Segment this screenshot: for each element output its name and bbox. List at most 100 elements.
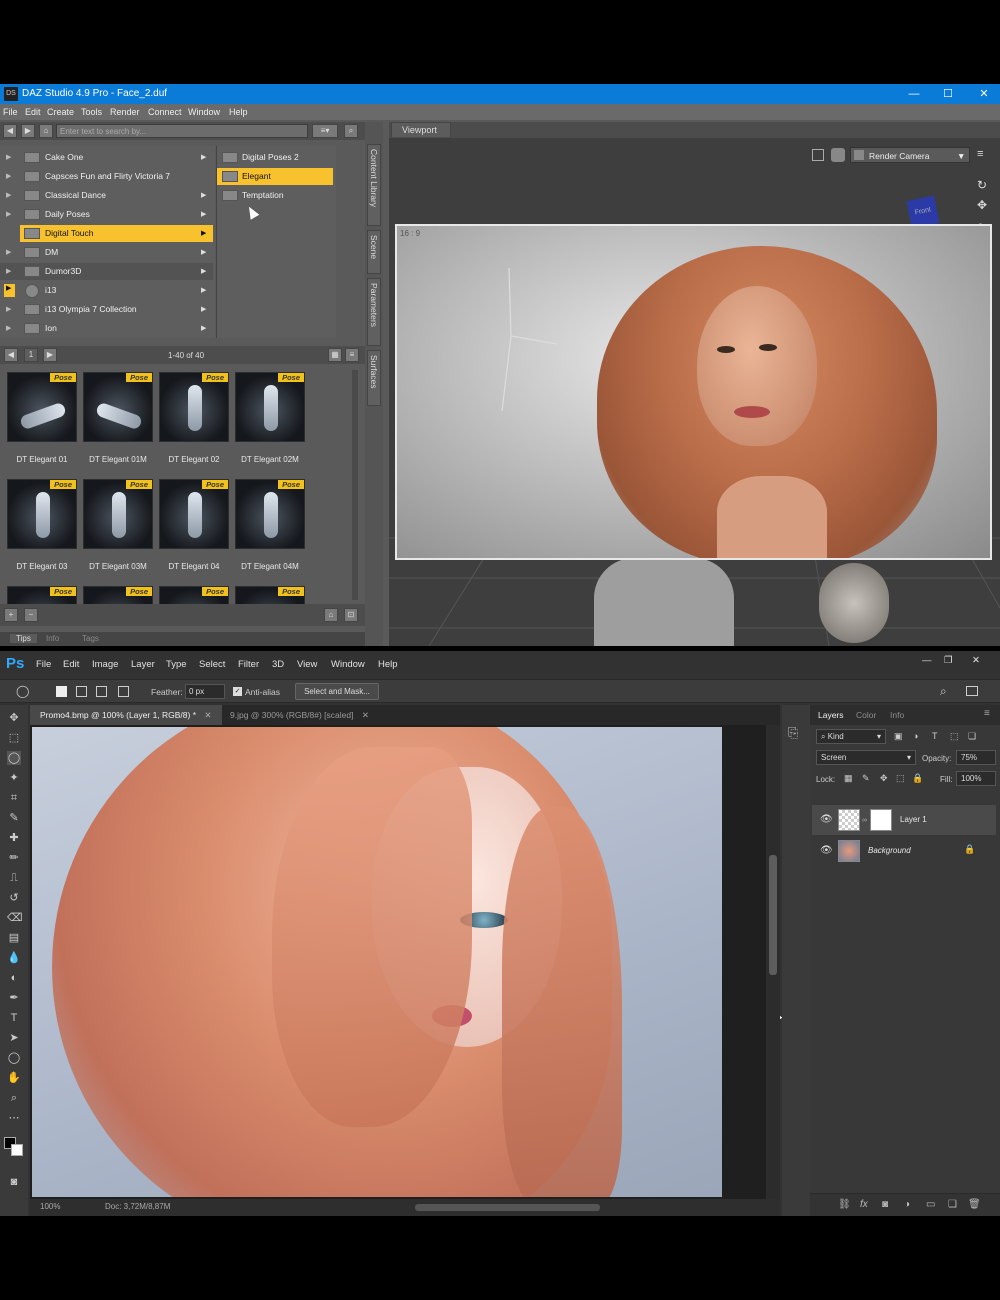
render-settings-icon[interactable] <box>831 148 845 162</box>
lasso-tool-icon[interactable]: ◯ <box>16 684 29 698</box>
path-select-icon[interactable]: ➤ <box>7 1031 21 1045</box>
tab-surfaces[interactable]: Surfaces <box>367 350 381 406</box>
lock-pixels-icon[interactable]: ✎ <box>862 773 870 784</box>
tree-item-cake-one[interactable]: ▶ Cake One ▶ <box>0 149 213 166</box>
chain-link-icon[interactable]: ∞ <box>862 817 867 824</box>
subfolder-digital-poses-2[interactable]: Digital Poses 2 <box>217 149 333 166</box>
filter-type-icon[interactable]: T <box>932 731 938 741</box>
pose-thumbnail[interactable]: Pose DT Elegant 04M <box>235 479 305 571</box>
expand-arrow-icon[interactable]: ▶ <box>6 305 11 313</box>
filter-pixel-icon[interactable]: ▣ <box>894 731 903 742</box>
close-tab-icon[interactable]: ✕ <box>362 710 369 720</box>
menu-render[interactable]: Render <box>110 107 140 117</box>
pose-thumbnail[interactable]: Pose DT Elegant 03 <box>7 479 77 571</box>
layer-mask-thumbnail[interactable] <box>870 809 892 831</box>
history-panel-icon[interactable]: ⎘ <box>788 725 798 741</box>
menu-window[interactable]: Window <box>188 107 220 117</box>
ps-canvas-area[interactable] <box>30 725 783 1199</box>
menu-icon[interactable]: ⊡ <box>344 608 358 622</box>
tree-item-dm[interactable]: ▶ DM ▶ <box>0 244 213 261</box>
menu-tools[interactable]: Tools <box>81 107 102 117</box>
tree-item-dumor3d[interactable]: ▶ Dumor3D ▶ <box>0 263 213 280</box>
ps-menu-type[interactable]: Type <box>166 659 187 670</box>
mask-icon[interactable]: ◙ <box>882 1199 888 1210</box>
eraser-icon[interactable]: ⌫ <box>7 911 23 925</box>
doc-tab-9jpg[interactable]: 9.jpg @ 300% (RGB/8#) [scaled] ✕ <box>220 705 379 725</box>
document-canvas[interactable] <box>32 727 722 1197</box>
pose-thumbnail[interactable]: Pose DT Elegant 01M <box>83 372 153 464</box>
minimize-button[interactable]: — <box>906 86 922 102</box>
new-selection-icon[interactable] <box>56 686 67 697</box>
options-icon[interactable]: ⌂ <box>324 608 338 622</box>
new-layer-icon[interactable]: ❏ <box>948 1199 957 1210</box>
content-search-input[interactable]: Enter text to search by... <box>56 124 308 138</box>
close-tab-icon[interactable]: ✕ <box>204 710 211 720</box>
tree-item-ion[interactable]: ▶ Ion ▶ <box>0 320 213 337</box>
expand-arrow-icon[interactable]: ▶ <box>6 210 11 218</box>
move-tool-icon[interactable]: ✥ <box>7 711 21 725</box>
adjustment-icon[interactable]: ◑ <box>904 1199 910 1210</box>
visibility-eye-icon[interactable]: 👁 <box>820 845 833 856</box>
ps-menu-edit[interactable]: Edit <box>63 659 79 670</box>
add-selection-icon[interactable] <box>76 686 87 697</box>
add-icon[interactable]: + <box>4 608 18 622</box>
tree-item-daily-poses[interactable]: ▶ Daily Poses ▶ <box>0 206 213 223</box>
antialias-checkbox[interactable]: ✓ <box>233 687 242 696</box>
maximize-button[interactable]: ☐ <box>940 86 956 102</box>
camera-selector[interactable]: Render Camera ▼ <box>850 147 970 163</box>
pose-thumbnail[interactable]: Pose <box>83 586 153 604</box>
tab-parameters[interactable]: Parameters <box>367 278 381 346</box>
ps-menu-window[interactable]: Window <box>331 659 365 670</box>
pose-thumbnail[interactable]: Pose DT Elegant 03M <box>83 479 153 571</box>
back-arrow-icon[interactable]: ◀ <box>3 124 17 138</box>
expand-arrow-icon[interactable]: ▶ <box>6 248 11 256</box>
zoom-tool-icon[interactable]: ⌕ <box>7 1091 21 1105</box>
tab-info[interactable]: Info <box>890 710 904 720</box>
ps-menu-image[interactable]: Image <box>92 659 118 670</box>
page-number[interactable]: 1 <box>24 348 38 362</box>
draw-style-icon[interactable] <box>812 149 824 161</box>
ps-menu-help[interactable]: Help <box>378 659 398 670</box>
feather-input[interactable]: 0 px <box>185 684 225 699</box>
ps-menu-view[interactable]: View <box>297 659 317 670</box>
list-view-icon[interactable]: ≡ <box>345 348 359 362</box>
expand-arrow-icon[interactable]: ▶ <box>4 284 15 297</box>
crop-tool-icon[interactable]: ⌗ <box>7 791 21 805</box>
ps-menu-layer[interactable]: Layer <box>131 659 155 670</box>
pose-thumbnail[interactable]: Pose DT Elegant 02 <box>159 372 229 464</box>
history-brush-icon[interactable]: ↺ <box>7 891 21 905</box>
lock-transparent-icon[interactable]: ▦ <box>844 773 853 784</box>
magic-wand-icon[interactable]: ✦ <box>7 771 21 785</box>
tree-item-capsces[interactable]: ▶ Capsces Fun and Flirty Victoria 7 <box>0 168 213 185</box>
quick-mask-icon[interactable]: ◙ <box>7 1175 21 1189</box>
expand-arrow-icon[interactable]: ▶ <box>6 153 11 161</box>
blend-mode-select[interactable]: Screen ▾ <box>816 750 916 765</box>
tree-item-digital-touch[interactable]: Digital Touch ▶ <box>20 225 213 242</box>
pen-tool-icon[interactable]: ✒ <box>7 991 21 1005</box>
tree-item-i13-olympia[interactable]: ▶ i13 Olympia 7 Collection ▶ <box>0 301 213 318</box>
link-icon[interactable]: ⛓ <box>838 1199 851 1210</box>
expand-arrow-icon[interactable]: ▶ <box>6 324 11 332</box>
ps-menu-file[interactable]: File <box>36 659 51 670</box>
pose-thumbnail[interactable]: Pose <box>159 586 229 604</box>
gradient-tool-icon[interactable]: ▤ <box>7 931 21 945</box>
doc-tab-promo4[interactable]: Promo4.bmp @ 100% (Layer 1, RGB/8) * ✕ <box>30 705 222 725</box>
grid-view-icon[interactable]: ▦ <box>328 348 342 362</box>
menu-connect[interactable]: Connect <box>148 107 182 117</box>
pose-thumbnail[interactable]: Pose <box>7 586 77 604</box>
background-color-swatch[interactable] <box>11 1144 23 1156</box>
lock-position-icon[interactable]: ✥ <box>880 773 888 784</box>
expand-arrow-icon[interactable]: ▶ <box>6 191 11 199</box>
dodge-tool-icon[interactable]: ◐ <box>7 971 21 985</box>
ps-menu-filter[interactable]: Filter <box>238 659 259 670</box>
filter-adjust-icon[interactable]: ◑ <box>913 731 918 741</box>
subtract-selection-icon[interactable] <box>96 686 107 697</box>
home-icon[interactable]: ⌂ <box>39 124 53 138</box>
workspace-icon[interactable] <box>966 686 978 696</box>
subfolder-elegant[interactable]: Elegant <box>217 168 333 185</box>
pose-thumbnail[interactable]: Pose DT Elegant 02M <box>235 372 305 464</box>
thumbnail-scrollbar[interactable] <box>352 370 358 600</box>
database-icon[interactable]: ≡▾ <box>312 124 338 138</box>
remove-icon[interactable]: − <box>24 608 38 622</box>
filter-smart-icon[interactable]: ❏ <box>968 731 976 742</box>
